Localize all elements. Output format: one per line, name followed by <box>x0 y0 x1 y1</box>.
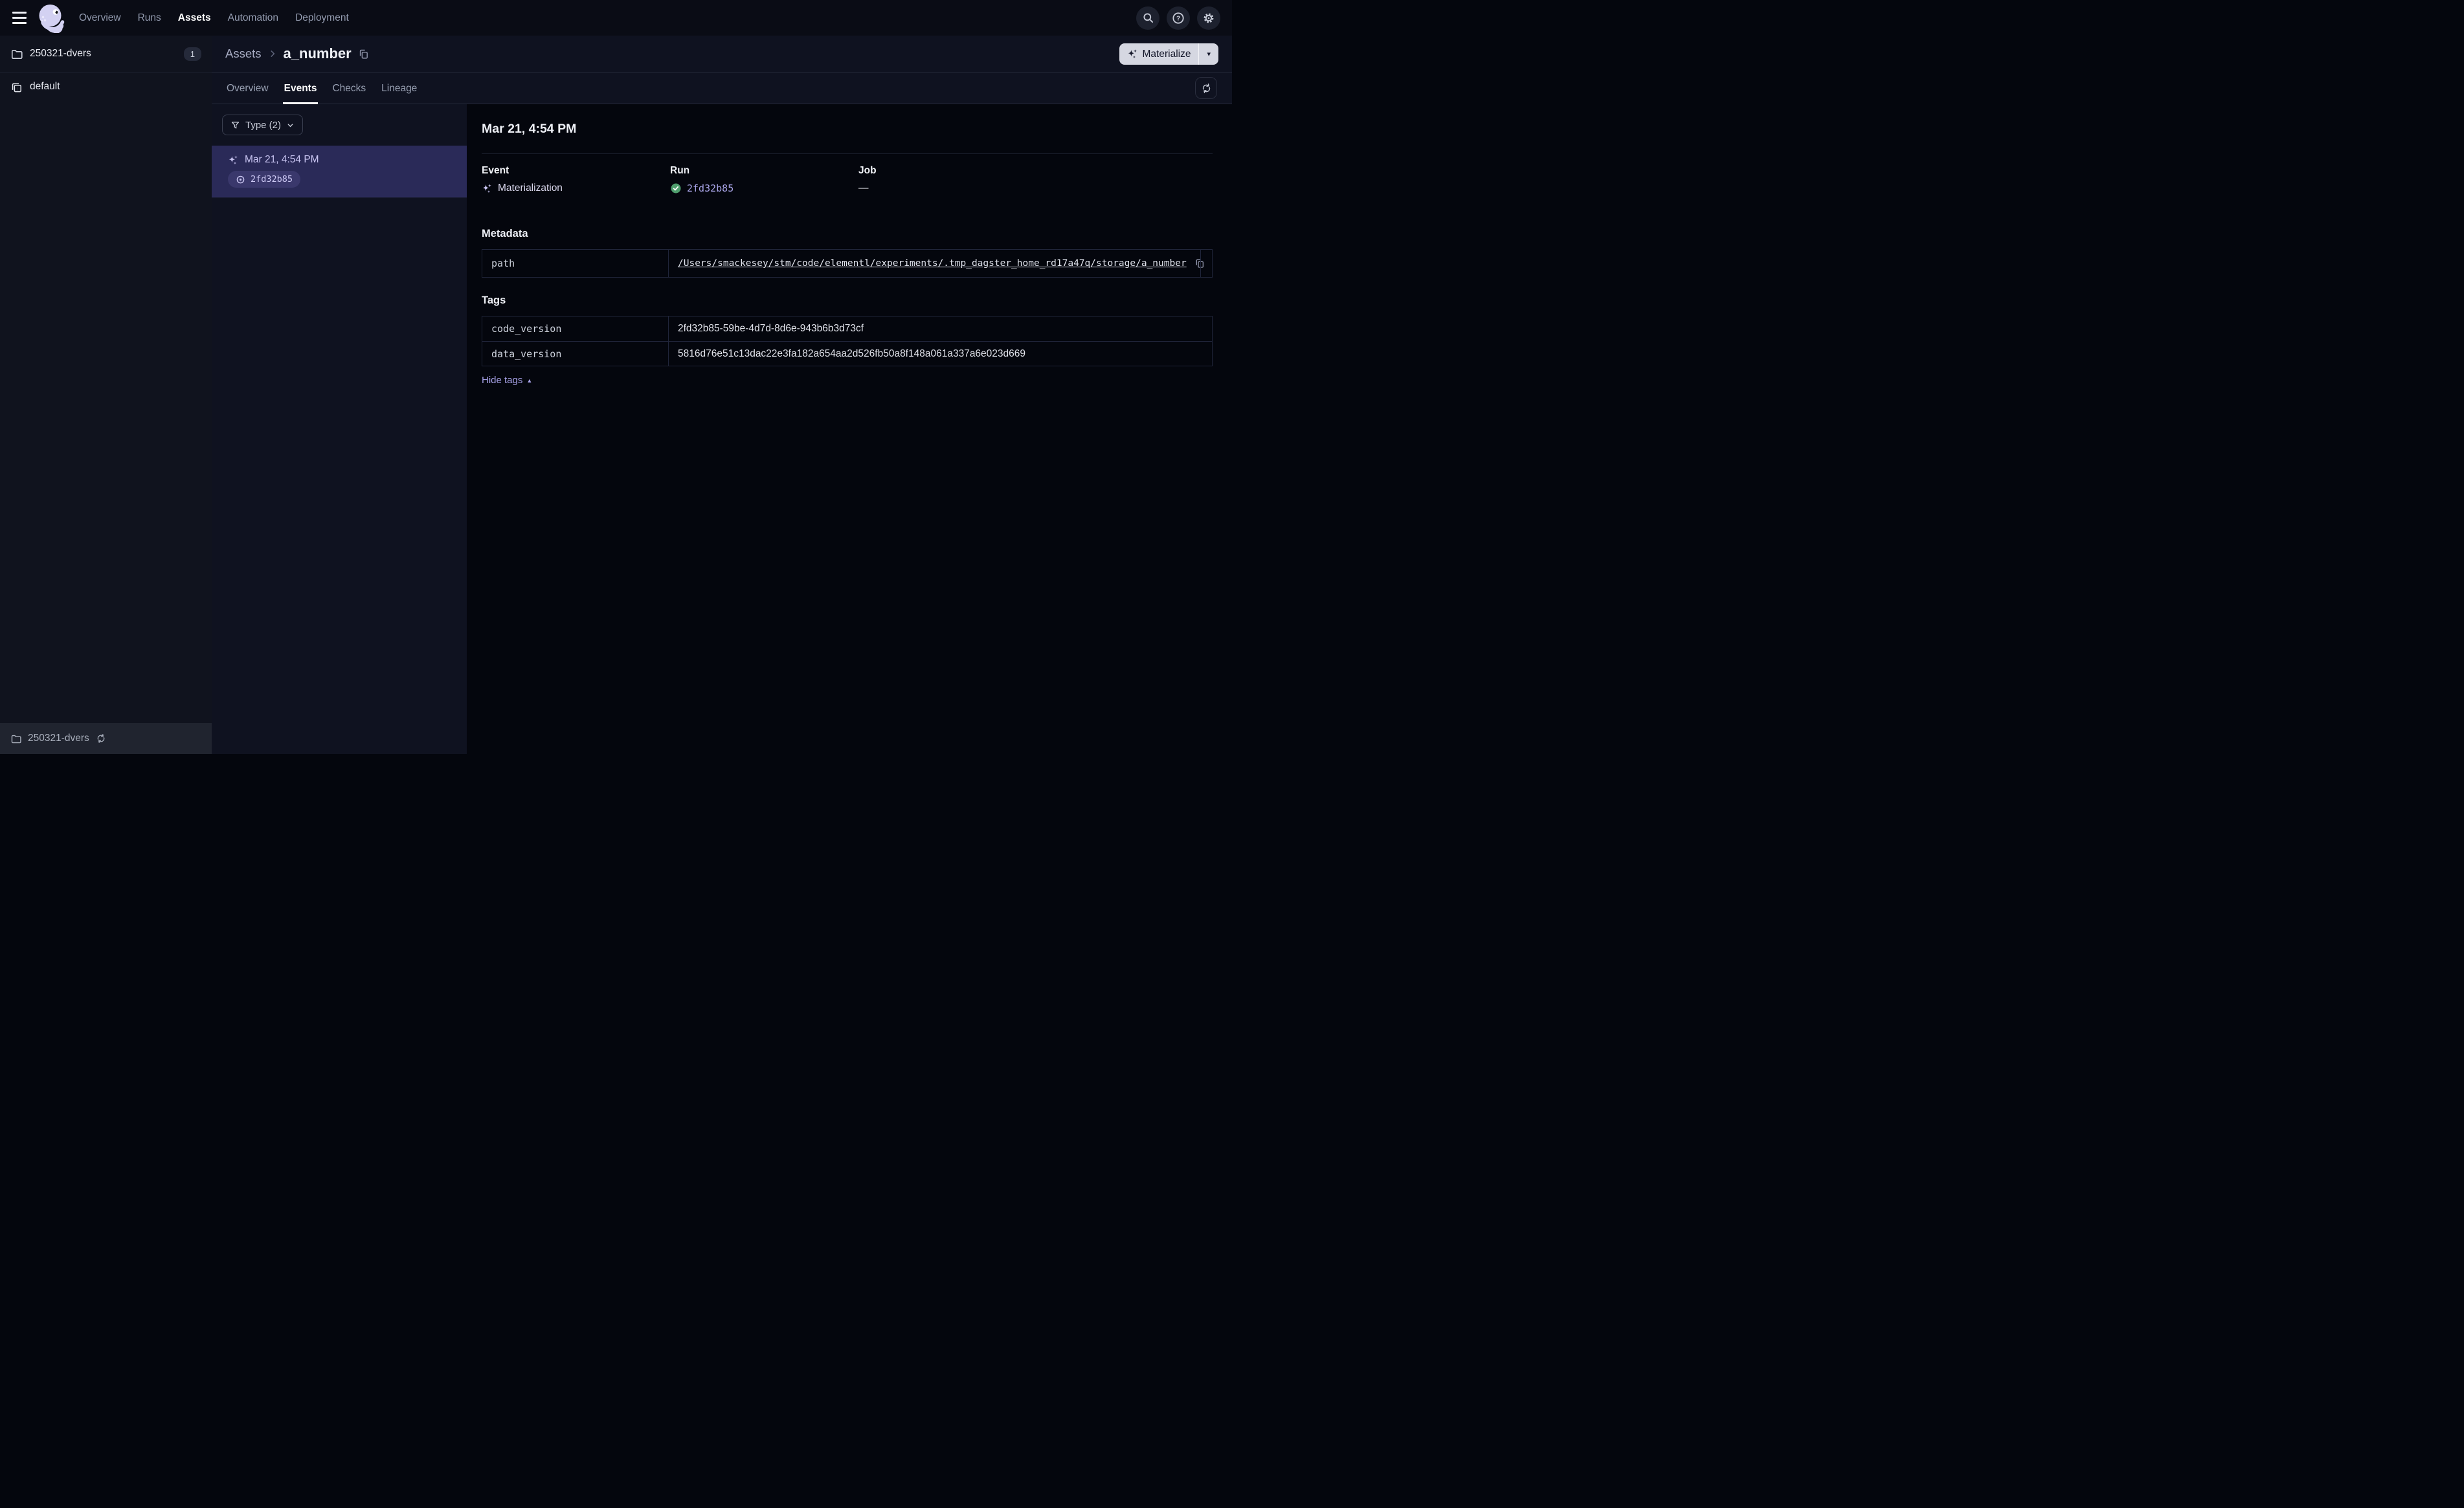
top-nav: Overview Runs Assets Automation Deployme… <box>0 0 1232 36</box>
tag-key: code_version <box>491 323 562 335</box>
table-end-cell <box>1200 250 1212 277</box>
help-button[interactable]: ? <box>1167 6 1190 30</box>
materialization-sparkle-icon <box>1128 49 1137 59</box>
refresh-button[interactable] <box>1195 77 1217 99</box>
help-icon: ? <box>1172 12 1184 24</box>
asset-tabs: Overview Events Checks Lineage <box>212 72 1232 104</box>
event-detail-title: Mar 21, 4:54 PM <box>482 122 577 136</box>
event-detail-panel: Mar 21, 4:54 PM Event Run Job Materializ… <box>467 104 1232 754</box>
tab-overview[interactable]: Overview <box>225 83 270 104</box>
search-icon <box>1143 13 1153 23</box>
metadata-table: path /Users/smackesey/stm/code/elementl/… <box>482 249 1213 278</box>
run-value: 2fd32b85 <box>670 183 858 194</box>
run-id-label: 2fd32b85 <box>251 174 293 184</box>
asset-name-title: a_number <box>283 45 352 61</box>
metadata-key: path <box>491 258 515 269</box>
nav-item-overview[interactable]: Overview <box>79 12 121 24</box>
sidebar-footer: 250321-dvers <box>0 723 212 754</box>
tab-events[interactable]: Events <box>282 83 319 104</box>
path-link[interactable]: /Users/smackesey/stm/code/elementl/exper… <box>678 258 1187 269</box>
event-fact-grid: Event Run Job Materialization 2fd32b85 — <box>482 165 1213 194</box>
table-row: code_version 2fd32b85-59be-4d7d-8d6e-943… <box>482 316 1212 341</box>
code-location-sidebar: 250321-dvers 1 default 250321-dvers <box>0 36 212 754</box>
sync-icon[interactable] <box>96 733 106 744</box>
sidebar-item-label: 250321-dvers <box>30 48 91 59</box>
nav-item-assets[interactable]: Assets <box>178 12 211 24</box>
asset-group-icon <box>12 83 21 92</box>
hide-tags-label: Hide tags <box>482 375 523 386</box>
table-row: path /Users/smackesey/stm/code/elementl/… <box>482 250 1212 277</box>
filter-label: Type (2) <box>245 119 282 131</box>
chevron-down-icon <box>287 123 293 127</box>
search-button[interactable] <box>1136 6 1159 30</box>
event-timestamp: Mar 21, 4:54 PM <box>245 154 319 165</box>
table-row: data_version 5816d76e51c13dac22e3fa182a6… <box>482 341 1212 366</box>
success-check-icon <box>671 183 681 194</box>
materialize-split-button: Materialize ▾ <box>1119 43 1218 65</box>
tags-table: code_version 2fd32b85-59be-4d7d-8d6e-943… <box>482 316 1213 366</box>
sidebar-item-default-group[interactable]: default <box>0 72 212 101</box>
svg-text:?: ? <box>1176 15 1180 22</box>
hamburger-menu-icon[interactable] <box>8 6 31 30</box>
materialize-label: Materialize <box>1142 48 1191 60</box>
gear-icon <box>1204 13 1214 23</box>
copy-icon <box>359 49 368 59</box>
folder-icon <box>11 49 23 59</box>
job-column-label: Job <box>858 165 877 176</box>
dagster-logo-icon[interactable] <box>36 3 66 33</box>
divider <box>482 153 1213 154</box>
event-list-panel: Type (2) Mar 21, 4:54 PM 2fd32b85 <box>212 104 467 754</box>
materialize-button[interactable]: Materialize <box>1119 49 1199 60</box>
tags-heading: Tags <box>482 294 506 306</box>
event-type-value: Materialization <box>482 183 670 194</box>
tag-key: data_version <box>491 348 562 360</box>
nav-item-runs[interactable]: Runs <box>138 12 161 24</box>
primary-nav: Overview Runs Assets Automation Deployme… <box>79 12 349 24</box>
asset-header: Assets a_number Materialize ▾ Overview E… <box>212 36 1232 104</box>
materialize-dropdown-button[interactable]: ▾ <box>1199 50 1218 58</box>
metadata-value-cell: /Users/smackesey/stm/code/elementl/exper… <box>668 250 1204 277</box>
sidebar-item-250321-dvers[interactable]: 250321-dvers 1 <box>0 36 212 72</box>
tag-value: 2fd32b85-59be-4d7d-8d6e-943b6b3d73cf <box>678 323 864 334</box>
sidebar-item-label: default <box>30 81 60 92</box>
nav-item-automation[interactable]: Automation <box>228 12 278 24</box>
folder-icon <box>11 735 21 743</box>
materialization-sparkle-icon <box>482 183 491 193</box>
copy-asset-name-button[interactable] <box>358 49 369 60</box>
caret-down-icon: ▾ <box>1207 50 1211 58</box>
event-type-label: Materialization <box>498 183 563 194</box>
event-list-item-selected[interactable]: Mar 21, 4:54 PM 2fd32b85 <box>212 146 467 197</box>
tab-lineage[interactable]: Lineage <box>380 83 418 104</box>
top-nav-actions: ? <box>1136 6 1220 30</box>
breadcrumb-assets-link[interactable]: Assets <box>225 47 262 61</box>
materialization-sparkle-icon <box>229 155 238 164</box>
filter-icon <box>231 121 240 129</box>
run-id-chip[interactable]: 2fd32b85 <box>228 171 301 188</box>
settings-button[interactable] <box>1197 6 1220 30</box>
nav-item-deployment[interactable]: Deployment <box>295 12 349 24</box>
job-value: — <box>858 183 869 194</box>
refresh-icon <box>1202 83 1210 93</box>
asset-count-badge: 1 <box>183 47 201 61</box>
tag-value: 5816d76e51c13dac22e3fa182a654aa2d526fb50… <box>678 348 1026 359</box>
run-id-link[interactable]: 2fd32b85 <box>687 183 734 194</box>
type-filter-dropdown[interactable]: Type (2) <box>222 115 304 135</box>
breadcrumb: Assets a_number Materialize ▾ <box>212 36 1232 72</box>
hide-tags-link[interactable]: Hide tags ▲ <box>482 375 532 386</box>
code-location-label: 250321-dvers <box>28 733 89 744</box>
run-target-icon <box>236 175 245 183</box>
tab-checks[interactable]: Checks <box>331 83 367 104</box>
chevron-right-icon <box>268 49 277 58</box>
event-column-label: Event <box>482 165 510 176</box>
metadata-heading: Metadata <box>482 228 528 239</box>
run-column-label: Run <box>670 165 690 176</box>
caret-up-icon: ▲ <box>526 377 533 384</box>
